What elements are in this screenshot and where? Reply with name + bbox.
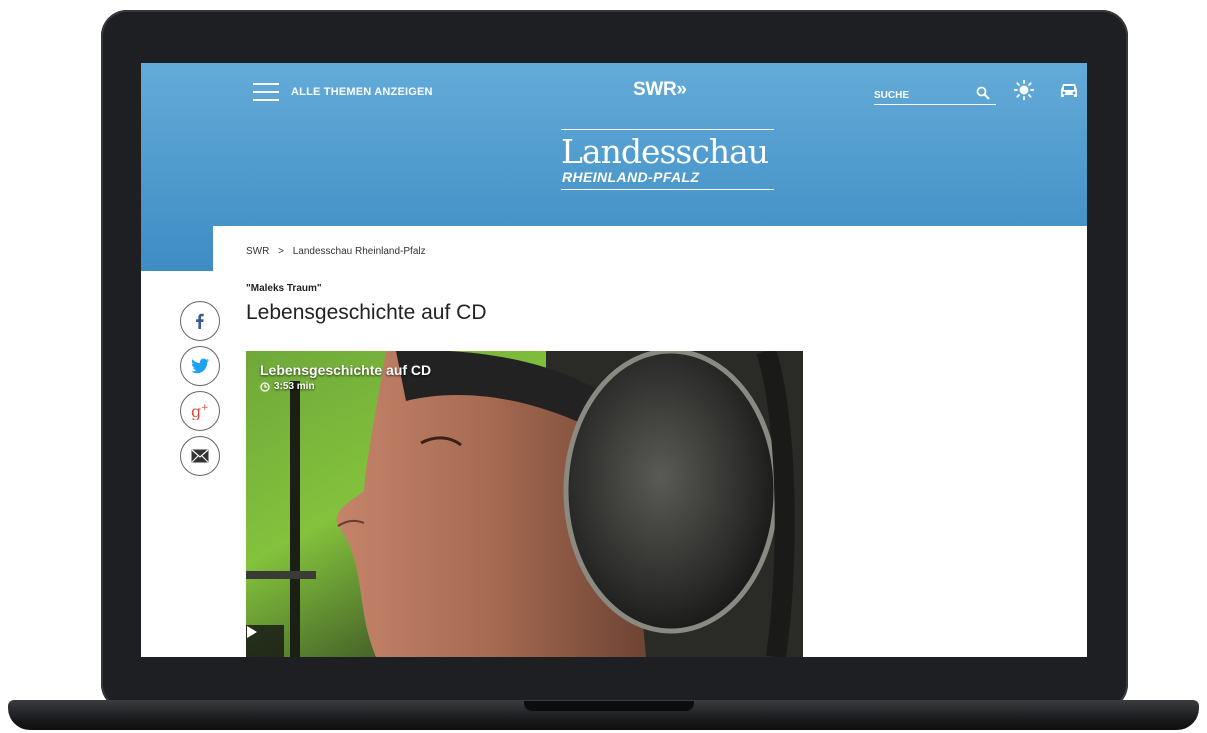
swr-logo[interactable]: SWR» xyxy=(633,79,687,101)
car-icon[interactable] xyxy=(1059,82,1079,100)
mail-icon xyxy=(191,449,209,463)
share-google-plus-button[interactable]: g + xyxy=(180,391,220,431)
laptop-notch xyxy=(524,701,694,711)
video-title: Lebensgeschichte auf CD xyxy=(260,362,432,378)
breadcrumb-item-landesschau[interactable]: Landesschau Rheinland-Pfalz xyxy=(293,246,426,257)
share-twitter-button[interactable] xyxy=(180,346,220,386)
share-mail-button[interactable] xyxy=(180,436,220,476)
share-facebook-button[interactable] xyxy=(180,301,220,341)
play-icon xyxy=(247,626,257,638)
landesschau-brand[interactable]: Landesschau RHEINLAND-PFALZ xyxy=(561,129,774,190)
clock-icon xyxy=(260,381,270,392)
svg-text:g: g xyxy=(191,402,201,420)
article-kicker: "Maleks Traum" xyxy=(246,283,322,294)
search-box xyxy=(874,83,996,106)
svg-text:+: + xyxy=(201,403,209,413)
video-duration: 3:53 min xyxy=(260,381,315,392)
brand-rule-top xyxy=(561,129,774,130)
menu-label: ALLE THEMEN ANZEIGEN xyxy=(291,86,433,98)
all-topics-menu-button[interactable]: ALLE THEMEN ANZEIGEN xyxy=(253,81,453,103)
video-duration-label: 3:53 min xyxy=(274,381,315,392)
sun-icon[interactable] xyxy=(1014,80,1034,100)
breadcrumb-separator: > xyxy=(278,246,284,257)
article-headline: Lebensgeschichte auf CD xyxy=(246,301,487,324)
video-play-button[interactable] xyxy=(246,625,284,657)
search-input[interactable] xyxy=(874,85,970,106)
browser-screen: ALLE THEMEN ANZEIGEN SWR» SUCHE Landessc… xyxy=(141,63,1087,657)
breadcrumb: SWR > Landesschau Rheinland-Pfalz xyxy=(246,246,432,257)
brand-title: Landesschau xyxy=(561,132,769,171)
video-thumbnail-image xyxy=(246,351,803,657)
twitter-icon xyxy=(191,358,209,374)
brand-rule-bottom xyxy=(561,189,774,190)
search-icon[interactable] xyxy=(976,86,990,100)
video-player[interactable]: Lebensgeschichte auf CD 3:53 min xyxy=(246,351,803,657)
breadcrumb-item-swr[interactable]: SWR xyxy=(246,246,269,257)
google-plus-icon: g + xyxy=(191,402,209,420)
facebook-icon xyxy=(196,313,204,329)
hamburger-icon xyxy=(253,83,279,101)
